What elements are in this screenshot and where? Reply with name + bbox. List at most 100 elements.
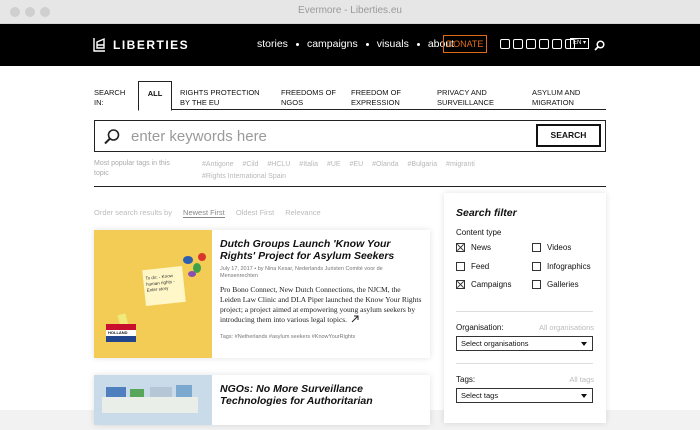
checkbox-label: Feed [471, 262, 490, 271]
tag-link[interactable]: #Olanda [372, 161, 398, 168]
tab-all[interactable]: ALL [138, 81, 172, 111]
checkbox[interactable] [456, 262, 465, 271]
menu-separator [295, 42, 299, 46]
nav-stories[interactable]: stories [257, 38, 288, 50]
article-excerpt: Pro Bono Connect, New Dutch Connections,… [220, 285, 422, 325]
tags-all: All tags [569, 375, 594, 384]
article-tags: Tags: #Netherlands #asylum seekers #Know… [220, 334, 356, 340]
article-card[interactable]: NGOs: No More Surveillance Technologies … [94, 375, 430, 425]
tag-link[interactable]: #Bulgaria [408, 161, 438, 168]
main-menu: stories campaigns visuals about [257, 38, 454, 50]
main-content: SEARCH IN: ALL RIGHTS PROTECTION BY THE … [0, 66, 700, 425]
filter-campaigns[interactable]: Campaigns [456, 280, 511, 289]
search-icon [104, 129, 120, 145]
tab-freedoms-of-ngos[interactable]: FREEDOMS OF NGOS [281, 88, 339, 108]
sort-options: Order search results by Newest First Old… [94, 208, 321, 218]
tags-select[interactable]: Select tags [456, 388, 593, 403]
chevron-down-icon [581, 342, 587, 346]
tag-link[interactable]: #migranti [446, 161, 475, 168]
menu-separator [416, 42, 420, 46]
search-placeholder: enter keywords here [131, 128, 267, 145]
tab-freedom-of-expression[interactable]: FREEDOM OF EXPRESSION [351, 88, 417, 108]
instagram-icon[interactable] [526, 39, 536, 49]
article-title[interactable]: NGOs: No More Surveillance Technologies … [220, 383, 422, 407]
tag-link[interactable]: #Italia [299, 161, 318, 168]
article-body: NGOs: No More Surveillance Technologies … [220, 383, 422, 407]
tags-label: Tags: [456, 375, 476, 384]
content-type-label: Content type [456, 228, 502, 237]
organisation-select[interactable]: Select organisations [456, 336, 593, 351]
popular-tags-label: Most popular tags in this topic [94, 160, 170, 177]
nav-visuals[interactable]: visuals [377, 38, 409, 50]
nav-search-button[interactable] [594, 38, 605, 56]
thumbnail-note: To do: - Know human rights - Enter story [145, 273, 175, 293]
checkbox-label: News [471, 243, 492, 252]
tag-link[interactable]: #Antigone [202, 161, 234, 168]
excerpt-text: Pro Bono Connect, New Dutch Connections,… [220, 285, 422, 324]
nav-campaigns[interactable]: campaigns [307, 38, 358, 50]
tab-asylum-migration[interactable]: ASYLUM AND MIGRATION [532, 88, 592, 108]
search-icon [594, 40, 605, 51]
filter-galleries[interactable]: Galleries [532, 280, 579, 289]
organisation-all: All organisations [538, 323, 594, 332]
select-value: Select organisations [461, 339, 529, 348]
divider [456, 311, 593, 312]
tag-link[interactable]: #Cild [242, 161, 258, 168]
chevron-down-icon [581, 394, 587, 398]
search-input[interactable]: enter keywords here [94, 120, 606, 152]
tag-link[interactable]: #Rights International Spain [202, 173, 286, 180]
article-image [94, 375, 212, 425]
donate-button[interactable]: DONATE [443, 35, 487, 53]
search-in-label: SEARCH IN: [94, 88, 132, 108]
external-link-icon[interactable] [351, 315, 359, 323]
filter-feed[interactable]: Feed [456, 262, 489, 271]
checkbox-label: Galleries [547, 280, 579, 289]
social-links [500, 39, 575, 49]
checkbox[interactable] [456, 243, 465, 252]
facebook-icon[interactable] [500, 39, 510, 49]
sort-newest[interactable]: Newest First [183, 208, 225, 218]
browser-window: Evermore - Liberties.eu LIBERTIES storie… [0, 0, 700, 425]
article-meta: July 17, 2017 • by Nina Kesar, Nederland… [220, 266, 383, 279]
checkbox[interactable] [456, 280, 465, 289]
article-card[interactable]: To do: - Know human rights - Enter story… [94, 230, 430, 358]
tag-link[interactable]: #UE [327, 161, 341, 168]
thumbnail-flag-label: HOLLAND [108, 330, 128, 335]
sort-relevance[interactable]: Relevance [285, 208, 320, 217]
tab-privacy-surveillance[interactable]: PRIVACY AND SURVEILLANCE [437, 88, 507, 108]
tab-rights-protection[interactable]: RIGHTS PROTECTION BY THE EU [180, 88, 260, 108]
filter-title: Search filter [456, 207, 517, 219]
checkbox[interactable] [532, 262, 541, 271]
liberties-logo-icon [93, 37, 105, 52]
filter-news[interactable]: News [456, 243, 491, 252]
article-image [94, 230, 212, 358]
article-body: Dutch Groups Launch 'Know Your Rights' P… [220, 238, 422, 340]
tag-link[interactable]: #HCLU [267, 161, 290, 168]
window-title: Evermore - Liberties.eu [298, 5, 402, 16]
article-title[interactable]: Dutch Groups Launch 'Know Your Rights' P… [220, 238, 422, 262]
popular-tags: #Antigone #Cild #HCLU #Italia #UE #EU #O… [202, 159, 532, 183]
tag-link[interactable]: #EU [350, 161, 364, 168]
article-thumbnail[interactable] [94, 375, 212, 425]
filter-videos[interactable]: Videos [532, 243, 571, 252]
top-navigation: LIBERTIES stories campaigns visuals abou… [0, 24, 700, 66]
filter-infographics[interactable]: Infographics [532, 262, 591, 271]
menu-separator [365, 42, 369, 46]
title-bar: Evermore - Liberties.eu [0, 0, 700, 24]
article-thumbnail[interactable]: To do: - Know human rights - Enter story… [94, 230, 212, 358]
checkbox-label: Infographics [547, 262, 591, 271]
search-in-text: SEARCH IN: [94, 88, 126, 107]
youtube-icon[interactable] [539, 39, 549, 49]
site-logo[interactable]: LIBERTIES [92, 37, 189, 52]
linkedin-icon[interactable] [552, 39, 562, 49]
checkbox[interactable] [532, 243, 541, 252]
checkbox[interactable] [532, 280, 541, 289]
organisation-label: Organisation: [456, 323, 504, 332]
twitter-icon[interactable] [513, 39, 523, 49]
language-selector[interactable]: EN ▾ [570, 38, 589, 49]
sort-oldest[interactable]: Oldest First [236, 208, 274, 217]
checkbox-label: Videos [547, 243, 572, 252]
search-button[interactable]: SEARCH [536, 124, 601, 147]
topic-tabs: ALL RIGHTS PROTECTION BY THE EU FREEDOMS… [138, 81, 606, 111]
divider [94, 186, 606, 187]
